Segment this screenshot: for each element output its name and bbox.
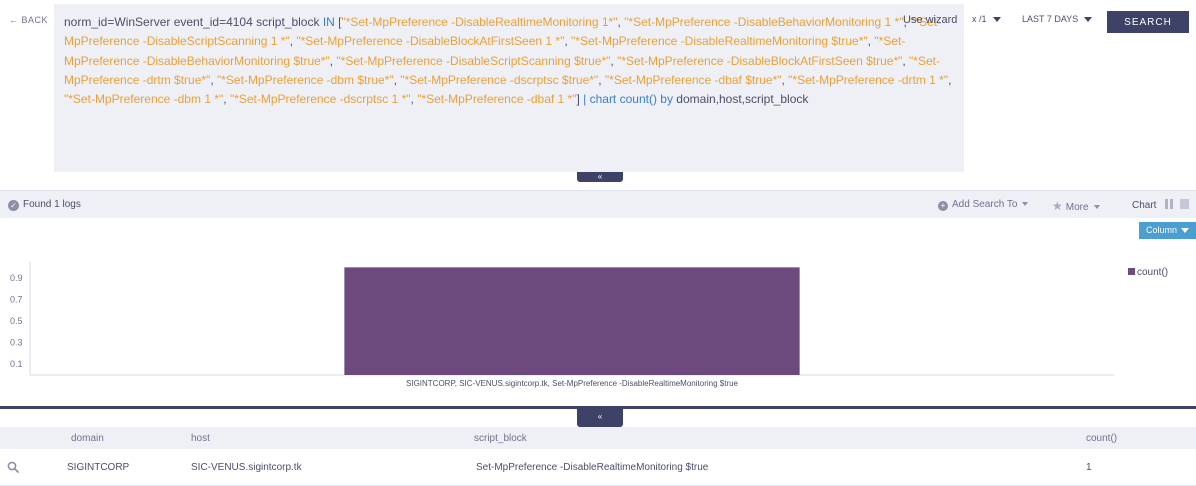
y-tick-label: 0.1 bbox=[10, 359, 23, 369]
query-token: "*Set-MpPreference -dbm 1 *" bbox=[64, 92, 224, 107]
y-tick-label: 0.9 bbox=[10, 273, 23, 283]
time-range-label: LAST 7 DAYS bbox=[1022, 14, 1079, 24]
query-token: domain,host,script_block bbox=[672, 92, 809, 107]
chart-view-toggle[interactable]: Chart bbox=[1132, 199, 1190, 211]
plus-circle-icon: + bbox=[938, 201, 948, 211]
chart-bars-icon bbox=[1163, 199, 1174, 211]
query-token: "*Set-MpPreference -dscrptsc 1 *" bbox=[229, 92, 411, 107]
query-token: "*Set-MpPreference -dbaf $true*" bbox=[604, 72, 782, 87]
query-token: "*Set-MpPreference -DisableBlockAtFirstS… bbox=[617, 53, 903, 68]
y-tick-label: 0.5 bbox=[10, 316, 23, 326]
column-header-domain[interactable]: domain bbox=[71, 433, 104, 444]
found-count-label: Found 1 logs bbox=[23, 199, 81, 210]
query-token: "*Set-MpPreference -DisableBehaviorMonit… bbox=[624, 15, 904, 29]
chevron-down-icon bbox=[1022, 202, 1029, 207]
bar-chart: 0.9 0.7 0.5 0.3 0.1 SIGINTCORP, SIC-VENUS.sig… bbox=[10, 262, 1114, 388]
add-search-to-menu[interactable]: + Add Search To bbox=[938, 199, 1029, 211]
query-token: norm_id=WinServer event_id=4104 script_b… bbox=[64, 15, 323, 29]
column-header-count[interactable]: count() bbox=[1086, 433, 1117, 444]
query-token: | chart count() by bbox=[583, 92, 673, 107]
column-header-host[interactable]: host bbox=[191, 433, 210, 444]
query-token: "*Set-MpPreference -DisableBlockAtFirstS… bbox=[296, 34, 565, 49]
back-link[interactable]: ← BACK bbox=[9, 15, 48, 25]
chevron-down-icon bbox=[1084, 17, 1093, 23]
chart-panel: 0.9 0.7 0.5 0.3 0.1 SIGINTCORP, SIC-VENUS.sig… bbox=[0, 218, 1196, 406]
results-table-header: domain host script_block count() bbox=[0, 427, 1196, 449]
add-search-label: Add Search To bbox=[952, 199, 1018, 210]
search-icon[interactable] bbox=[7, 461, 19, 473]
back-label: BACK bbox=[21, 15, 49, 25]
chart-type-select[interactable]: Column bbox=[1139, 222, 1196, 239]
y-tick-label: 0.3 bbox=[10, 338, 23, 348]
cell-count: 1 bbox=[1086, 462, 1092, 473]
more-label: More bbox=[1065, 202, 1089, 213]
query-token: , bbox=[598, 72, 605, 87]
collapse-query-button[interactable]: « bbox=[577, 172, 623, 182]
found-count: ✓ Found 1 logs bbox=[8, 199, 81, 211]
chart-legend: count() bbox=[1128, 267, 1168, 278]
query-token: "*Set-MpPreference -DisableRealtimeMonit… bbox=[571, 34, 868, 49]
query-editor[interactable]: norm_id=WinServer event_id=4104 script_b… bbox=[54, 4, 964, 172]
query-token: "*Set-MpPreference -DisableRealtimeMonit… bbox=[341, 15, 618, 29]
search-button[interactable]: SEARCH bbox=[1107, 11, 1189, 33]
back-arrow-icon: ← bbox=[9, 15, 19, 25]
chevron-down-icon bbox=[992, 17, 1001, 23]
query-text[interactable]: norm_id=WinServer event_id=4104 script_b… bbox=[64, 13, 954, 109]
repo-select[interactable]: x /1 bbox=[972, 14, 1001, 24]
check-circle-icon: ✓ bbox=[8, 200, 19, 211]
x-tick-label: SIGINTCORP, SIC-VENUS.sigintcorp.tk, Set… bbox=[406, 379, 739, 388]
table-row[interactable]: SIGINTCORP SIC-VENUS.sigintcorp.tk Set-M… bbox=[0, 449, 1196, 486]
query-token: IN bbox=[322, 15, 335, 29]
column-header-script-block[interactable]: script_block bbox=[474, 433, 527, 444]
query-token: , bbox=[223, 92, 230, 107]
legend-swatch bbox=[1128, 268, 1135, 275]
chevron-down-icon bbox=[1093, 205, 1100, 210]
collapse-chart-button[interactable]: « bbox=[577, 409, 623, 427]
chart-bar bbox=[344, 267, 800, 375]
chart-type-label: Column bbox=[1146, 225, 1178, 235]
chart-label: Chart bbox=[1132, 200, 1157, 211]
use-wizard-link[interactable]: Use wizard bbox=[903, 14, 957, 26]
more-menu[interactable]: ★ More bbox=[1052, 199, 1100, 213]
query-token: "*Set-MpPreference -dscrptsc $true*" bbox=[400, 72, 599, 87]
cell-script-block: Set-MpPreference -DisableRealtimeMonitor… bbox=[476, 462, 709, 473]
query-area: ← BACK norm_id=WinServer event_id=4104 s… bbox=[0, 0, 1196, 190]
query-token: "*Set-MpPreference -drtm 1 *" bbox=[788, 72, 949, 87]
results-toolbar: ✓ Found 1 logs + Add Search To ★ More Chart bbox=[0, 190, 1196, 218]
time-range-select[interactable]: LAST 7 DAYS bbox=[1022, 14, 1093, 24]
query-token: , bbox=[564, 34, 572, 49]
y-tick-label: 0.7 bbox=[10, 295, 23, 305]
chevron-down-icon bbox=[1181, 228, 1190, 234]
query-token: , bbox=[210, 72, 217, 87]
repo-select-label: x /1 bbox=[972, 14, 987, 24]
cell-host: SIC-VENUS.sigintcorp.tk bbox=[191, 462, 302, 473]
query-token: "*Set-MpPreference -DisableScriptScannin… bbox=[336, 53, 611, 68]
query-token: "*Set-MpPreference -dbaf 1 *" bbox=[417, 92, 577, 107]
star-icon: ★ bbox=[1052, 199, 1063, 213]
legend-label: count() bbox=[1137, 267, 1169, 278]
query-token: , bbox=[948, 72, 952, 87]
cell-domain: SIGINTCORP bbox=[67, 462, 130, 473]
query-token: "*Set-MpPreference -dbm $true*" bbox=[217, 72, 394, 87]
table-icon bbox=[1180, 199, 1190, 209]
